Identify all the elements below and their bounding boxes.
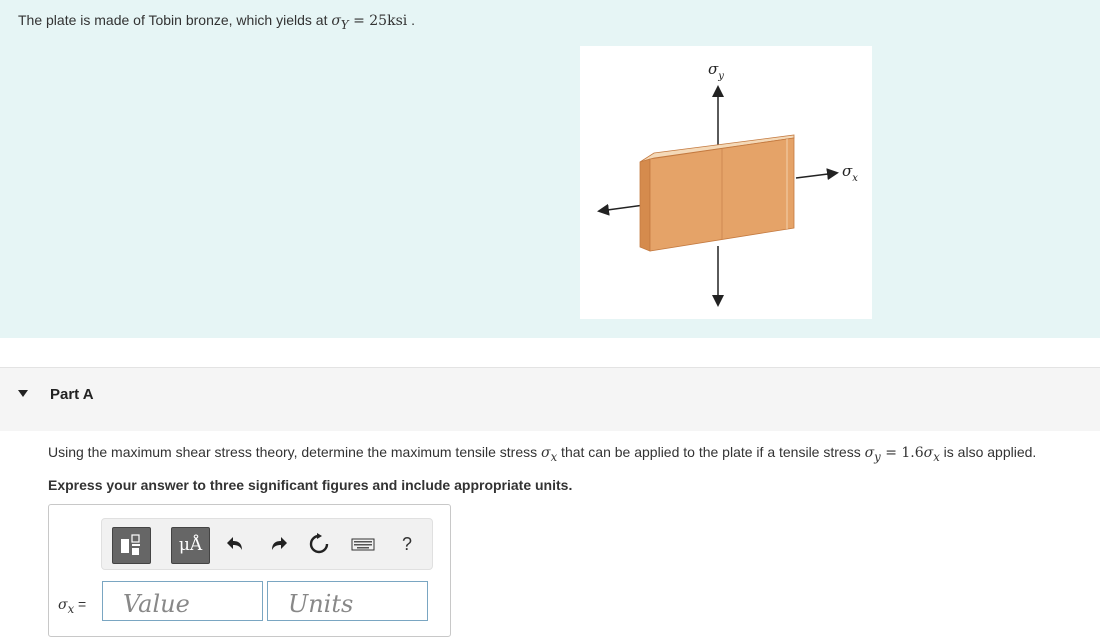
y-subscript: y	[874, 449, 881, 464]
problem-statement: The plate is made of Tobin bronze, which…	[18, 12, 415, 32]
units-button[interactable]: μÅ	[171, 527, 210, 564]
equals-sign: =	[74, 596, 87, 612]
plate-figure: σy σx	[580, 46, 872, 319]
x-subscript: x	[933, 449, 940, 464]
sigma-symbol: σ	[541, 445, 551, 461]
sigma-x-right-arrow	[795, 168, 839, 181]
sigma-symbol: σ	[864, 445, 875, 461]
value-input[interactable]	[102, 581, 263, 621]
sigma-symbol: σ	[331, 13, 341, 29]
sigma-y-relation-math: σy = 1.6σx	[864, 445, 940, 464]
question-part-2: that can be applied to the plate if a te…	[557, 444, 865, 460]
plate-diagram: σy σx	[597, 60, 858, 307]
question-part-3: is also applied.	[939, 444, 1037, 460]
sigma-y-label: σy	[708, 60, 724, 82]
question-part-1: Using the maximum shear stress theory, d…	[48, 444, 542, 460]
intro-suffix: .	[407, 12, 416, 28]
sigma-symbol: σ	[58, 597, 68, 613]
answer-variable-label: σx =	[58, 596, 86, 616]
sigma-symbol: σ	[923, 445, 934, 461]
yield-subscript: Y	[340, 17, 349, 32]
equals-sign: =	[348, 13, 370, 29]
reset-icon[interactable]	[306, 531, 332, 557]
sigma-x-math: σx	[541, 445, 557, 464]
intro-text: The plate is made of Tobin bronze, which…	[18, 12, 332, 28]
question-text: Using the maximum shear stress theory, d…	[48, 444, 1036, 464]
sigma-x-label: σx	[842, 162, 858, 184]
part-a-header[interactable]	[0, 367, 1100, 431]
problem-intro: The plate is made of Tobin bronze, which…	[0, 0, 1100, 338]
coefficient: 1.6	[901, 445, 924, 461]
templates-icon	[121, 534, 140, 555]
math-toolbar: μÅ ?	[101, 518, 433, 570]
yield-stress-math: σY = 25ksi	[331, 13, 408, 32]
equals-sign: =	[880, 445, 902, 461]
answer-instruction: Express your answer to three significant…	[48, 477, 573, 493]
plate-side-face	[639, 158, 651, 252]
yield-value: 25ksi	[369, 13, 408, 29]
part-a-title[interactable]: Part A	[50, 386, 94, 403]
redo-icon[interactable]	[264, 531, 290, 557]
help-icon[interactable]: ?	[394, 531, 420, 557]
units-input[interactable]	[267, 581, 428, 621]
keyboard-icon[interactable]	[350, 531, 376, 557]
templates-button[interactable]	[112, 527, 151, 564]
collapse-toggle-icon[interactable]	[18, 390, 28, 397]
undo-icon[interactable]	[224, 531, 250, 557]
